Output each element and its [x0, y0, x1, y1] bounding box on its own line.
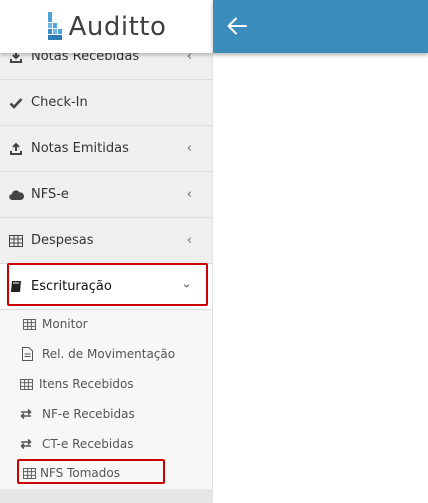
submenu-item-label: NF-e Recebidas — [42, 407, 135, 421]
sidebar-item-notas-emitidas[interactable]: Notas Emitidas ‹ — [0, 126, 212, 172]
submenu-item-cte-recebidas[interactable]: CT-e Recebidas — [0, 429, 212, 459]
app-logo-text: Auditto — [68, 11, 167, 42]
sidebar-item-escrituracao[interactable]: Escrituração ⌄ — [0, 264, 212, 310]
cloud-icon — [8, 187, 24, 203]
sidebar-bottom-divider — [0, 489, 212, 503]
submenu-item-rel-movimentacao[interactable]: Rel. de Movimentação — [0, 339, 212, 369]
table-icon — [19, 377, 33, 391]
chevron-down-icon: ⌄ — [181, 276, 192, 291]
sidebar: Notas Recebidas ‹ Check-In Notas Emitida… — [0, 0, 213, 503]
submenu-item-label: Itens Recebidos — [39, 377, 134, 391]
logo-header: Auditto — [0, 0, 213, 53]
submenu-item-nfe-recebidas[interactable]: NF-e Recebidas — [0, 399, 212, 429]
sidebar-item-label: NFS-e — [31, 187, 69, 202]
sidebar-item-nfs-e[interactable]: NFS-e ‹ — [0, 172, 212, 218]
upload-tray-icon — [8, 141, 24, 157]
submenu-item-monitor[interactable]: Monitor — [0, 309, 212, 339]
back-button[interactable] — [225, 14, 249, 38]
book-icon — [8, 279, 24, 295]
sidebar-item-label: Escrituração — [31, 279, 112, 294]
sidebar-item-label: Notas Emitidas — [31, 141, 129, 156]
submenu-item-label: CT-e Recebidas — [42, 437, 134, 451]
auditto-logo-icon — [47, 11, 62, 40]
sidebar-item-label: Despesas — [31, 233, 94, 248]
submenu-item-label: Rel. de Movimentação — [42, 347, 176, 361]
table-icon — [22, 466, 36, 480]
sidebar-item-despesas[interactable]: Despesas ‹ — [0, 218, 212, 264]
document-icon — [20, 347, 34, 361]
top-navbar — [213, 0, 428, 53]
submenu-item-label: Monitor — [42, 317, 88, 331]
check-icon — [8, 95, 24, 111]
table-icon — [8, 233, 24, 249]
submenu-item-itens-recebidos[interactable]: Itens Recebidos — [0, 369, 212, 399]
sidebar-item-label: Check-In — [31, 95, 88, 110]
chevron-left-icon: ‹ — [186, 186, 192, 202]
submenu-item-nfs-tomados[interactable]: NFS Tomados — [0, 458, 212, 488]
chevron-left-icon: ‹ — [186, 140, 192, 156]
submenu-item-label: NFS Tomados — [40, 466, 120, 480]
arrow-left-icon — [227, 17, 247, 35]
sidebar-item-check-in[interactable]: Check-In — [0, 80, 212, 126]
table-icon — [22, 317, 36, 331]
exchange-icon — [19, 437, 33, 451]
chevron-left-icon: ‹ — [186, 232, 192, 248]
exchange-icon — [19, 407, 33, 421]
